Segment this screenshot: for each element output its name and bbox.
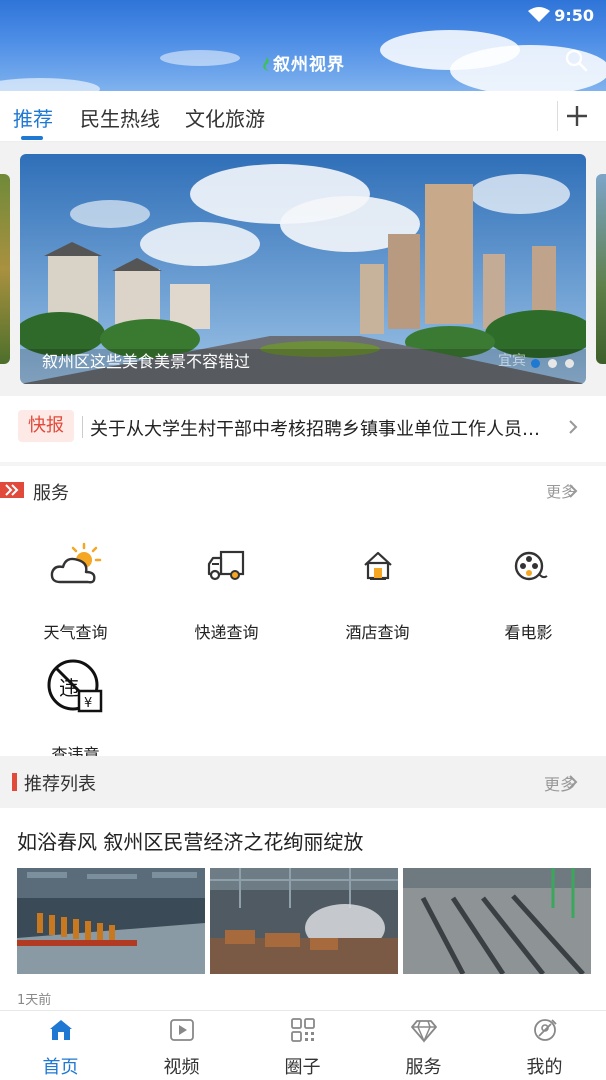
recommend-marker xyxy=(12,773,17,791)
news-flash[interactable]: 快报 关于从大学生村干部中考核招聘乡镇事业单位工作人员的公告 xyxy=(0,396,606,462)
video-play-icon xyxy=(169,1019,194,1041)
svg-text:¥: ¥ xyxy=(84,696,92,711)
article-item[interactable]: 如浴春风 叙州区民营经济之花绚丽绽放 1天前 xyxy=(0,808,606,1010)
banner-dot[interactable] xyxy=(548,359,557,368)
chevron-right-icon xyxy=(569,420,578,434)
banner-prev-peek[interactable] xyxy=(0,174,10,364)
banner-dot[interactable] xyxy=(565,359,574,368)
article-thumbnail xyxy=(210,868,398,974)
nav-home[interactable]: 首页 xyxy=(0,1017,121,1079)
wifi-icon xyxy=(528,7,550,22)
article-title: 如浴春风 叙州区民营经济之花绚丽绽放 xyxy=(17,830,364,854)
banner-carousel: 叙州区这些美食美景不容错过 宜宾 xyxy=(0,142,606,396)
nav-video-label: 视频 xyxy=(163,1057,200,1078)
logo-text: 叙州视界 xyxy=(273,55,345,75)
flash-tag: 快报 xyxy=(18,410,74,442)
flash-divider xyxy=(82,416,83,438)
article-thumbnail xyxy=(17,868,205,974)
article-thumbnail xyxy=(403,868,591,974)
service-movie[interactable]: 看电影 xyxy=(453,536,604,643)
tab-livelihood-hotline[interactable]: 民生热线 xyxy=(80,103,160,132)
app-logo: 叙州视界 xyxy=(0,50,606,75)
nav-mine[interactable]: 我的 xyxy=(484,1017,605,1079)
article-time: 1天前 xyxy=(17,993,52,1008)
nav-circle[interactable]: 圈子 xyxy=(242,1017,363,1079)
hotel-icon xyxy=(363,551,392,580)
service-hotel-label: 酒店查询 xyxy=(345,623,410,642)
channel-tabs: 推荐 民生热线 文化旅游 xyxy=(0,91,606,142)
recommend-title: 推荐列表 xyxy=(24,774,96,795)
service-express[interactable]: 快递查询 xyxy=(151,536,302,643)
logo-mark-icon xyxy=(263,57,269,71)
service-movie-label: 看电影 xyxy=(504,623,553,642)
tab-culture-tourism[interactable]: 文化旅游 xyxy=(185,103,265,132)
factory-bottling-image xyxy=(17,868,205,974)
tab-active-indicator xyxy=(21,136,43,140)
nav-services[interactable]: 服务 xyxy=(363,1017,484,1079)
banner-watermark: 宜宾 xyxy=(498,353,526,369)
service-hotel[interactable]: 酒店查询 xyxy=(302,536,453,643)
banner-pagination xyxy=(523,353,574,372)
banner-dot[interactable] xyxy=(531,359,540,368)
services-title: 服务 xyxy=(33,483,69,504)
delivery-truck-icon xyxy=(207,550,244,581)
chevron-right-icon xyxy=(569,775,578,789)
services-grid: 天气查询 快递查询 酒店查询 看电影 违 ¥ 查违章 xyxy=(0,522,606,764)
banner-caption: 叙州区这些美食美景不容错过 xyxy=(42,352,251,371)
diamond-icon xyxy=(410,1020,437,1043)
app-header: 9:50 叙州视界 xyxy=(0,0,606,91)
banner-next-peek[interactable] xyxy=(596,174,606,364)
banner-slide[interactable]: 叙州区这些美食美景不容错过 宜宾 xyxy=(20,154,586,384)
header-cloud xyxy=(0,78,100,91)
factory-workshop-image xyxy=(210,868,398,974)
status-time: 9:50 xyxy=(554,6,594,25)
bottom-navigation: 首页 视频 圈子 服务 我的 xyxy=(0,1010,606,1080)
film-reel-icon xyxy=(514,551,548,581)
add-channel-icon[interactable] xyxy=(564,103,590,129)
tab-recommend[interactable]: 推荐 xyxy=(13,103,53,132)
double-chevron-icon xyxy=(0,482,24,498)
svg-text:违: 违 xyxy=(59,676,79,700)
factory-warehouse-image xyxy=(403,868,591,974)
home-icon xyxy=(49,1020,72,1040)
traffic-violation-icon: 违 ¥ xyxy=(47,659,102,713)
recommend-header: 推荐列表 更多 xyxy=(0,756,606,808)
grid-apps-icon xyxy=(290,1018,315,1042)
search-icon[interactable] xyxy=(564,48,588,72)
service-weather-label: 天气查询 xyxy=(43,623,108,642)
services-header: 服务 更多 xyxy=(0,466,606,516)
service-weather[interactable]: 天气查询 xyxy=(0,536,151,643)
service-express-label: 快递查询 xyxy=(194,623,259,642)
flash-headline: 关于从大学生村干部中考核招聘乡镇事业单位工作人员的公告 xyxy=(90,419,552,440)
service-traffic-violation[interactable]: 违 ¥ 查违章 xyxy=(0,658,151,765)
weather-icon xyxy=(50,542,101,584)
nav-circle-label: 圈子 xyxy=(284,1057,321,1078)
nav-home-label: 首页 xyxy=(42,1057,79,1078)
nav-mine-label: 我的 xyxy=(526,1057,563,1078)
tab-divider xyxy=(557,101,558,131)
nav-services-label: 服务 xyxy=(405,1057,442,1078)
profile-icon xyxy=(533,1019,557,1041)
nav-video[interactable]: 视频 xyxy=(121,1017,242,1079)
chevron-right-icon xyxy=(569,484,578,498)
